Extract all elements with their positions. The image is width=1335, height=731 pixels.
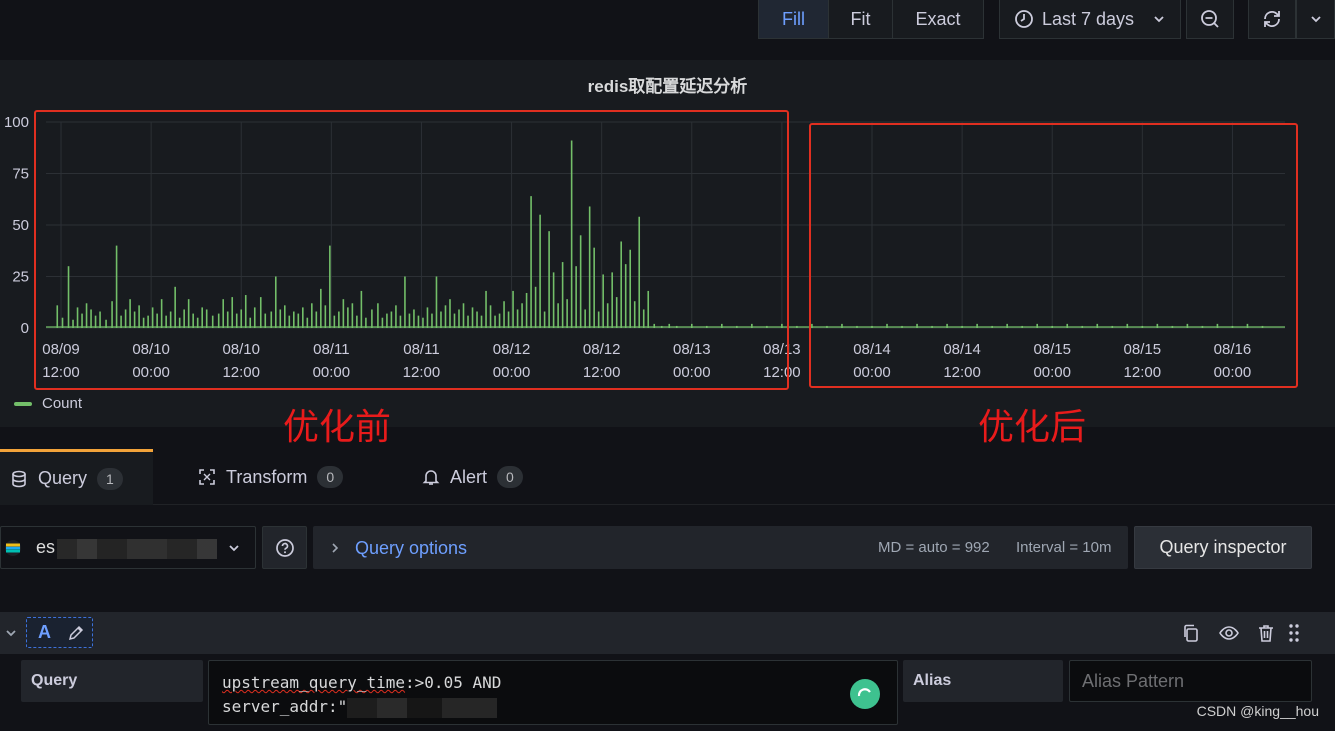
refresh-button[interactable] xyxy=(1248,0,1296,39)
chevron-right-icon xyxy=(332,543,339,553)
query-keyword: upstream_query_time xyxy=(222,673,406,692)
after-optimization-label: 优化后 xyxy=(978,407,1087,448)
time-range-picker[interactable]: Last 7 days xyxy=(999,0,1181,39)
legend-swatch xyxy=(14,401,32,406)
redacted-block xyxy=(57,539,217,559)
tab-query-count: 1 xyxy=(97,467,123,490)
editor-tabs: Query 1 Transform 0 Alert 0 xyxy=(0,449,1335,505)
trash-icon[interactable] xyxy=(1256,623,1276,643)
y-tick-label: 0 xyxy=(21,320,29,337)
exact-button[interactable]: Exact xyxy=(893,0,983,38)
tab-transform-count: 0 xyxy=(317,466,344,488)
database-icon xyxy=(12,470,26,487)
chevron-down-icon xyxy=(1154,16,1164,23)
datasource-picker[interactable]: es xyxy=(0,526,256,569)
zoom-mode-group: Fill Fit Exact xyxy=(758,0,984,39)
fit-button[interactable]: Fit xyxy=(829,0,893,38)
time-range-label: Last 7 days xyxy=(1042,8,1135,29)
tab-query[interactable]: Query 1 xyxy=(0,449,153,505)
query-line-2: server_addr:" xyxy=(222,695,897,719)
y-tick-label: 50 xyxy=(12,217,29,234)
eye-icon[interactable] xyxy=(1218,623,1240,643)
after-optimization-box xyxy=(809,123,1298,388)
legend-label: Count xyxy=(42,395,83,412)
alias-field-label: Alias xyxy=(903,660,1063,702)
max-datapoints-text: MD = auto = 992 xyxy=(878,539,990,556)
duplicate-icon[interactable] xyxy=(1181,623,1201,643)
tab-alert-count: 0 xyxy=(497,466,523,488)
refresh-interval-dropdown[interactable] xyxy=(1296,0,1335,39)
tab-query-label: Query xyxy=(38,468,88,488)
query-ref-id[interactable]: A xyxy=(26,617,93,648)
redacted-block xyxy=(347,697,498,718)
query-input[interactable]: upstream_query_time:>0.05 AND server_add… xyxy=(208,660,898,725)
query-line-1: upstream_query_time:>0.05 AND xyxy=(222,671,897,695)
tab-alert-label: Alert xyxy=(450,466,488,487)
query-ref-id-label: A xyxy=(38,622,51,642)
tab-transform[interactable]: Transform 0 xyxy=(198,449,344,505)
datasource-name: es xyxy=(36,537,56,557)
loading-spinner-icon xyxy=(850,679,880,709)
query-field-label: Query xyxy=(21,660,203,702)
query-options-label: Query options xyxy=(355,538,468,558)
datasource-help-button[interactable] xyxy=(262,526,307,569)
watermark: CSDN @king__hou xyxy=(1196,703,1319,719)
zoom-out-button[interactable] xyxy=(1186,0,1234,39)
query-row-header xyxy=(0,612,1335,654)
edit-pencil-icon[interactable] xyxy=(67,624,85,642)
clock-icon xyxy=(1015,10,1033,28)
y-tick-label: 25 xyxy=(12,269,29,286)
chevron-down-icon xyxy=(1310,16,1321,23)
query-inspector-button[interactable]: Query inspector xyxy=(1134,526,1312,569)
before-optimization-box xyxy=(34,110,789,390)
tab-alert[interactable]: Alert 0 xyxy=(422,449,523,505)
chart-legend[interactable]: Count xyxy=(14,395,82,412)
query-options-bar[interactable]: Query options MD = auto = 992 Interval =… xyxy=(313,526,1128,569)
question-circle-icon xyxy=(275,538,294,557)
before-optimization-label: 优化前 xyxy=(283,407,392,448)
chevron-down-icon xyxy=(229,545,239,552)
transform-icon xyxy=(199,469,215,485)
alias-input[interactable] xyxy=(1069,660,1312,702)
zoom-out-icon xyxy=(1201,10,1219,28)
y-tick-label: 75 xyxy=(12,166,29,183)
collapse-chevron-icon[interactable] xyxy=(4,626,18,640)
y-tick-label: 100 xyxy=(4,114,29,131)
tab-transform-label: Transform xyxy=(226,466,308,487)
query-line-1-rest: :>0.05 AND xyxy=(405,673,502,692)
fill-button[interactable]: Fill xyxy=(759,0,829,38)
drag-handle-icon[interactable] xyxy=(1287,623,1301,643)
bell-icon xyxy=(422,470,440,485)
elasticsearch-icon xyxy=(5,539,21,556)
refresh-icon xyxy=(1264,11,1280,27)
interval-text: Interval = 10m xyxy=(1016,539,1112,556)
query-line-2-text: server_addr:" xyxy=(222,697,348,716)
dashboard-toolbar: Fill Fit Exact Last 7 days xyxy=(0,0,1335,60)
